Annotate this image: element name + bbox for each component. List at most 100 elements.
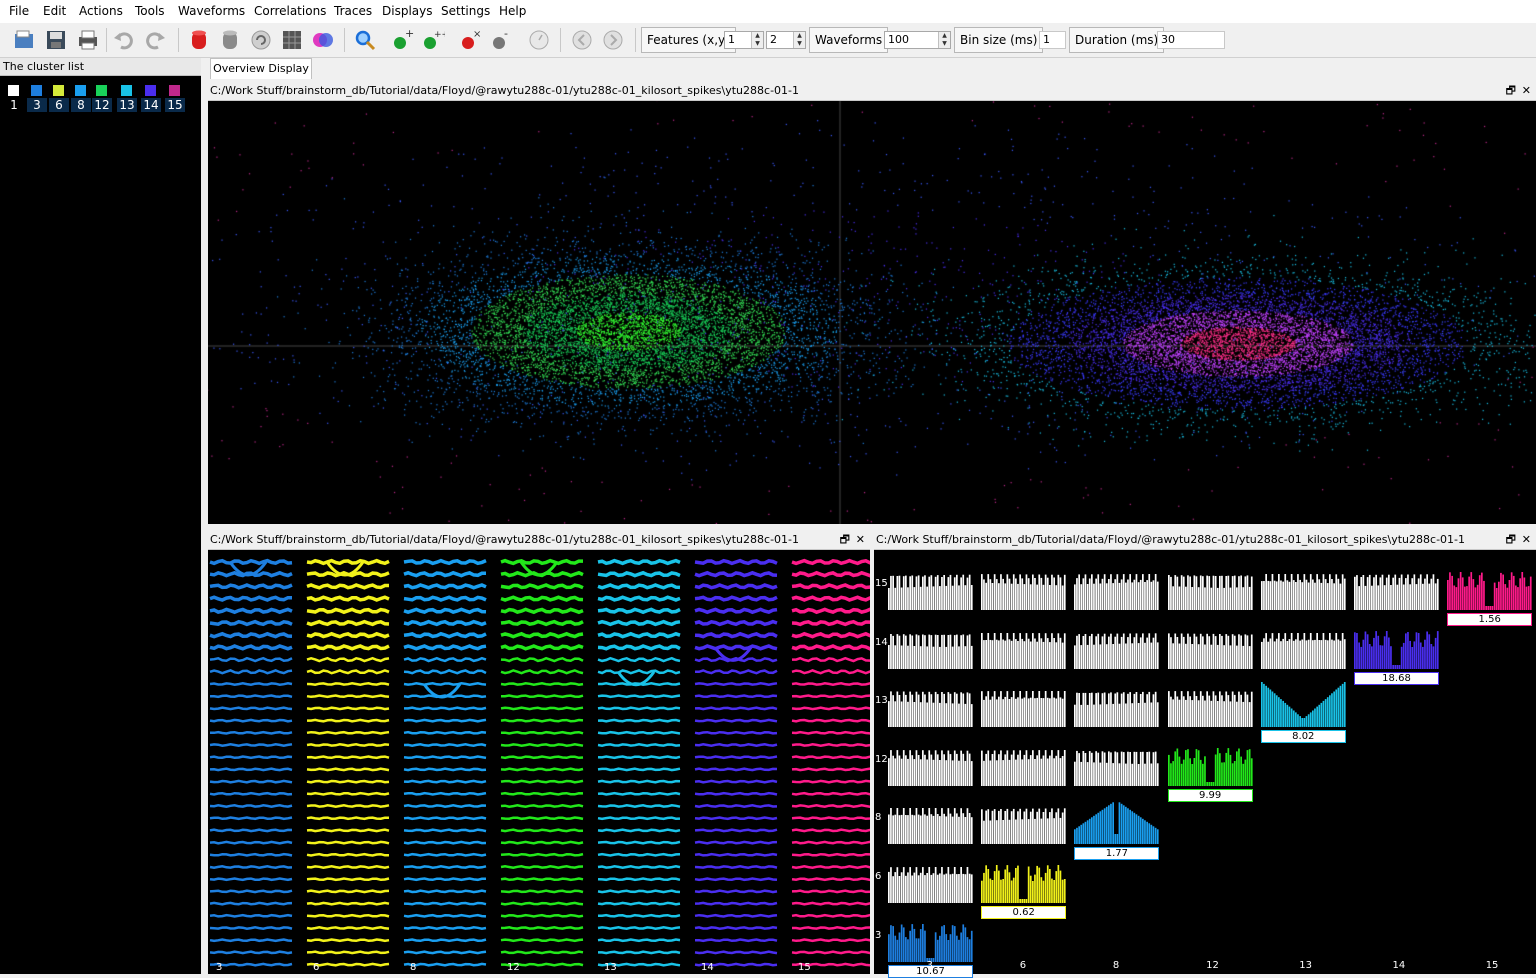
menu-edit[interactable]: Edit (43, 4, 66, 18)
crosscorrelogram[interactable] (1167, 675, 1253, 728)
correlogram-bin (1053, 880, 1056, 903)
clock-icon[interactable] (527, 28, 551, 52)
merge-icon[interactable] (311, 28, 335, 52)
database-gray-icon[interactable] (218, 28, 242, 52)
toolbar: + ++ × - Features (x,y) 1 ▲▼ 2 ▲▼ Waveform… (0, 23, 1536, 58)
autocorrelogram[interactable] (888, 910, 973, 962)
bin-size-input[interactable]: 1 (1039, 31, 1066, 49)
correlogram-bin (1207, 635, 1210, 669)
crosscorrelogram[interactable] (1260, 617, 1346, 669)
correlogram-bin (1155, 632, 1157, 669)
autocorrelogram[interactable] (1447, 558, 1532, 610)
cluster-item[interactable]: 12 (92, 82, 112, 116)
cluster-item[interactable]: 1 (4, 82, 24, 116)
spin-arrows-icon[interactable]: ▲ ▼ (938, 32, 950, 48)
autocorrelogram[interactable] (981, 851, 1066, 903)
back-icon[interactable] (570, 28, 594, 52)
add-cluster-icon[interactable]: + (390, 28, 414, 52)
tab-overview-display[interactable]: Overview Display (210, 58, 312, 79)
add-multiple-icon[interactable]: ++ (421, 28, 445, 52)
menu-waveforms[interactable]: Waveforms (178, 4, 245, 18)
feature-x-spinbox[interactable]: 1 ▲ ▼ (724, 31, 764, 49)
delete-cluster-icon[interactable]: × (458, 28, 482, 52)
menu-file[interactable]: File (9, 4, 29, 18)
crosscorrelogram[interactable] (888, 792, 973, 845)
remove-icon[interactable]: - (489, 28, 513, 52)
correlogram-bin (1157, 641, 1159, 669)
crosscorrelogram[interactable] (1074, 558, 1159, 610)
close-icon[interactable]: ✕ (1522, 531, 1531, 549)
close-icon[interactable]: ✕ (856, 531, 865, 549)
waveforms-spinbox[interactable]: 100 ▲ ▼ (884, 31, 951, 49)
correlogram-bin (890, 749, 892, 786)
correlogram-bin (1101, 810, 1104, 845)
crosscorrelogram[interactable] (1167, 617, 1253, 669)
cluster-item[interactable]: 6 (49, 82, 69, 116)
menu-settings[interactable]: Settings (441, 4, 490, 18)
autocorrelogram[interactable] (1354, 617, 1439, 669)
forward-icon[interactable] (601, 28, 625, 52)
correlogram-bin (1279, 699, 1282, 728)
feature-scatter-plot[interactable] (208, 101, 1536, 524)
cluster-item[interactable]: 8 (71, 82, 91, 116)
restore-icon[interactable]: 🗗 (1506, 531, 1516, 549)
crosscorrelogram[interactable] (888, 617, 973, 669)
crosscorrelogram[interactable] (1074, 617, 1159, 669)
open-icon[interactable] (12, 28, 36, 52)
crosscorrelogram[interactable] (981, 617, 1066, 669)
cluster-item[interactable]: 15 (165, 82, 185, 116)
crosscorrelogram[interactable] (1074, 734, 1159, 786)
crosscorrelogram[interactable] (1074, 675, 1159, 728)
crosscorrelogram[interactable] (1167, 558, 1253, 610)
crosscorrelogram[interactable] (1260, 558, 1346, 610)
menu-tools[interactable]: Tools (135, 4, 165, 18)
autocorrelogram[interactable] (1074, 792, 1159, 845)
correlogram-grid[interactable]: 15 1.56 14 18.68 13 8.02 12 9.99 8 1.77 6 0.62 3 10.6… (874, 550, 1536, 978)
cluster-item[interactable]: 13 (117, 82, 137, 116)
autocorrelogram[interactable] (1260, 675, 1346, 728)
cluster-item[interactable]: 3 (27, 82, 47, 116)
save-icon[interactable] (44, 28, 68, 52)
search-icon[interactable] (353, 28, 377, 52)
database-red-icon[interactable] (187, 28, 211, 52)
menu-displays[interactable]: Displays (382, 4, 432, 18)
correlogram-bin (970, 585, 973, 610)
waveform-trace (209, 583, 293, 590)
correlogram-bin (1318, 704, 1320, 728)
crosscorrelogram[interactable] (981, 734, 1066, 786)
feature-y-spinbox[interactable]: 2 ▲ ▼ (766, 31, 806, 49)
correlogram-bin (1436, 630, 1439, 669)
close-icon[interactable]: ✕ (1522, 82, 1531, 100)
waveform-cluster-label: 12 (507, 962, 520, 973)
crosscorrelogram[interactable] (888, 675, 973, 728)
restore-icon[interactable]: 🗗 (840, 531, 850, 549)
waveform-plot[interactable]: 3 6 8 12 13 14 15 (208, 550, 870, 974)
crosscorrelogram[interactable] (981, 675, 1066, 728)
crosscorrelogram[interactable] (1354, 558, 1439, 610)
crosscorrelogram[interactable] (888, 851, 973, 903)
autocorrelogram[interactable] (1167, 734, 1253, 786)
print-icon[interactable] (76, 28, 100, 52)
correlogram-bin (1299, 640, 1301, 669)
crosscorrelogram[interactable] (981, 792, 1066, 845)
correlogram-bin (922, 691, 924, 728)
redo-icon[interactable] (143, 28, 167, 52)
grid-icon[interactable] (280, 28, 304, 52)
refresh-icon[interactable] (249, 28, 273, 52)
restore-icon[interactable]: 🗗 (1506, 82, 1516, 100)
spin-arrows-icon[interactable]: ▲ ▼ (751, 32, 763, 48)
menu-help[interactable]: Help (499, 4, 526, 18)
cluster-item[interactable]: 14 (141, 82, 161, 116)
correlogram-bin (888, 757, 890, 786)
menu-correlations[interactable]: Correlations (254, 4, 326, 18)
crosscorrelogram[interactable] (981, 558, 1066, 610)
crosscorrelogram[interactable] (888, 734, 973, 786)
correlogram-bin (1504, 584, 1507, 610)
undo-icon[interactable] (112, 28, 136, 52)
correlogram-bin (996, 865, 998, 903)
spin-arrows-icon[interactable]: ▲ ▼ (793, 32, 805, 48)
crosscorrelogram[interactable] (888, 558, 973, 610)
menu-traces[interactable]: Traces (334, 4, 372, 18)
menu-actions[interactable]: Actions (79, 4, 123, 18)
duration-input[interactable]: 30 (1157, 31, 1225, 49)
